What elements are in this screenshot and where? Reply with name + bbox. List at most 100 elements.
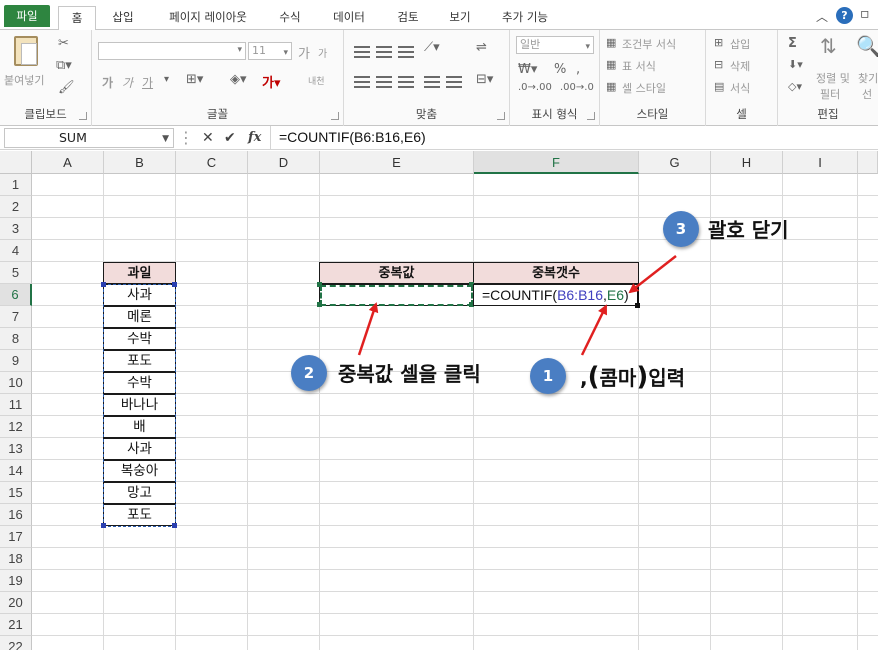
column-header-c[interactable]: C xyxy=(176,151,248,174)
align-bottom-icon[interactable] xyxy=(398,46,414,58)
insert-cells-button[interactable]: 삽입 xyxy=(730,36,750,52)
format-painter-icon[interactable]: 🖌 xyxy=(58,80,75,95)
cell-style-button[interactable]: 셀 스타일 xyxy=(622,80,666,96)
row-header-12[interactable]: 12 xyxy=(0,416,32,438)
range-handle-bl[interactable] xyxy=(101,523,106,528)
alignment-launcher-icon[interactable] xyxy=(497,112,505,120)
align-left-icon[interactable] xyxy=(354,76,370,88)
underline-dropdown-icon[interactable]: ▾ xyxy=(164,74,169,85)
row-header-4[interactable]: 4 xyxy=(0,240,32,262)
row-header-20[interactable]: 20 xyxy=(0,592,32,614)
find-select-label[interactable]: 찾기 xyxy=(858,70,878,86)
copy-icon[interactable]: ⧉▾ xyxy=(56,58,72,73)
accounting-format-icon[interactable]: ₩▾ xyxy=(518,62,537,77)
find-select-icon[interactable]: 🔍 xyxy=(856,34,878,58)
clear-icon[interactable]: ◇▾ xyxy=(788,80,802,93)
font-launcher-icon[interactable] xyxy=(331,112,339,120)
fill-handle[interactable] xyxy=(635,303,640,308)
help-icon[interactable]: ? xyxy=(836,7,853,24)
table-format-button[interactable]: 표 서식 xyxy=(622,58,656,74)
column-header-d[interactable]: D xyxy=(248,151,320,174)
tab-view[interactable]: 보기 xyxy=(440,6,480,30)
tab-formulas[interactable]: 수식 xyxy=(270,6,310,30)
font-color-icon[interactable]: 가▾ xyxy=(262,72,281,91)
row-header-17[interactable]: 17 xyxy=(0,526,32,548)
row-header-14[interactable]: 14 xyxy=(0,460,32,482)
row-header-18[interactable]: 18 xyxy=(0,548,32,570)
cancel-icon[interactable]: ✕ xyxy=(202,130,214,146)
row-header-19[interactable]: 19 xyxy=(0,570,32,592)
row-header-2[interactable]: 2 xyxy=(0,196,32,218)
cell-e5-dup-value-header[interactable]: 중복값 xyxy=(319,262,474,284)
row-header-22[interactable]: 22 xyxy=(0,636,32,650)
comma-style-icon[interactable]: , xyxy=(576,62,580,77)
column-header-h[interactable]: H xyxy=(711,151,783,174)
row-header-10[interactable]: 10 xyxy=(0,372,32,394)
font-name-combo[interactable]: ▾ xyxy=(98,42,246,60)
increase-indent-icon[interactable] xyxy=(446,76,462,88)
percent-icon[interactable]: % xyxy=(554,62,566,77)
font-size-combo[interactable]: 11 ▾ xyxy=(248,42,292,60)
shrink-font-button[interactable]: 가 xyxy=(318,45,327,60)
row-header-1[interactable]: 1 xyxy=(0,174,32,196)
decrease-decimal-icon[interactable]: .00→.0 xyxy=(560,82,594,93)
paste-icon[interactable] xyxy=(14,36,38,66)
delete-cells-button[interactable]: 삭제 xyxy=(730,58,750,74)
increase-decimal-icon[interactable]: .0→.00 xyxy=(518,82,552,93)
range-handle-br[interactable] xyxy=(172,523,177,528)
bold-button[interactable]: 가 xyxy=(102,74,113,91)
row-header-5[interactable]: 5 xyxy=(0,262,32,284)
row-header-6[interactable]: 6 xyxy=(0,284,32,306)
phonetic-button[interactable]: 내천 xyxy=(308,74,325,87)
number-format-combo[interactable]: 일반 ▾ xyxy=(516,36,594,54)
grow-font-button[interactable]: 가 xyxy=(298,43,310,62)
formula-bar-splitter-icon[interactable]: ⋮ xyxy=(178,128,194,147)
cell-f5-dup-count-header[interactable]: 중복갯수 xyxy=(473,262,639,284)
row-header-21[interactable]: 21 xyxy=(0,614,32,636)
tab-page-layout[interactable]: 페이지 레이아웃 xyxy=(158,6,258,30)
row-header-7[interactable]: 7 xyxy=(0,306,32,328)
table-format-icon[interactable]: ▦ xyxy=(606,58,616,71)
align-top-icon[interactable] xyxy=(354,46,370,58)
tab-insert[interactable]: 삽입 xyxy=(104,6,142,30)
number-launcher-icon[interactable] xyxy=(587,112,595,120)
sort-filter-icon[interactable]: ⇅ xyxy=(820,34,837,58)
range-handle-tr[interactable] xyxy=(172,282,177,287)
conditional-format-button[interactable]: 조건부 서식 xyxy=(622,36,676,52)
row-header-9[interactable]: 9 xyxy=(0,350,32,372)
orientation-icon[interactable]: ⟋▾ xyxy=(424,40,440,55)
sort-filter-label-2[interactable]: 필터 xyxy=(820,86,840,102)
align-middle-icon[interactable] xyxy=(376,46,392,58)
row-header-8[interactable]: 8 xyxy=(0,328,32,350)
format-cells-icon[interactable]: ▤ xyxy=(714,80,724,93)
decrease-indent-icon[interactable] xyxy=(424,76,440,88)
column-header-i[interactable]: I xyxy=(783,151,858,174)
row-header-3[interactable]: 3 xyxy=(0,218,32,240)
delete-cells-icon[interactable]: ⊟ xyxy=(714,58,723,71)
column-header-a[interactable]: A xyxy=(32,151,104,174)
format-cells-button[interactable]: 서식 xyxy=(730,80,750,96)
tab-review[interactable]: 검토 xyxy=(388,6,428,30)
cell-f6-formula[interactable]: =COUNTIF(B6:B16,E6) xyxy=(473,284,639,306)
paste-button-label[interactable]: 붙여넣기 xyxy=(4,72,44,88)
column-header-j[interactable] xyxy=(858,151,878,174)
insert-cells-icon[interactable]: ⊞ xyxy=(714,36,723,49)
enter-icon[interactable]: ✔ xyxy=(224,130,236,146)
row-header-15[interactable]: 15 xyxy=(0,482,32,504)
conditional-format-icon[interactable]: ▦ xyxy=(606,36,616,49)
wrap-text-icon[interactable]: ⇌ xyxy=(476,40,487,55)
select-all-corner[interactable] xyxy=(0,151,32,174)
row-header-16[interactable]: 16 xyxy=(0,504,32,526)
cell-style-icon[interactable]: ▦ xyxy=(606,80,616,93)
column-header-f[interactable]: F xyxy=(474,151,639,174)
cell-b5-fruit-header[interactable]: 과일 xyxy=(103,262,176,284)
row-header-11[interactable]: 11 xyxy=(0,394,32,416)
e6-handle-bl[interactable] xyxy=(317,302,322,307)
align-right-icon[interactable] xyxy=(398,76,414,88)
align-center-icon[interactable] xyxy=(376,76,392,88)
range-handle-tl[interactable] xyxy=(101,282,106,287)
formula-input[interactable]: =COUNTIF(B6:B16,E6) xyxy=(270,126,876,150)
autosum-icon[interactable]: Σ xyxy=(788,36,797,51)
fill-icon[interactable]: ⬇▾ xyxy=(788,58,803,71)
tab-home[interactable]: 홈 xyxy=(58,6,96,31)
